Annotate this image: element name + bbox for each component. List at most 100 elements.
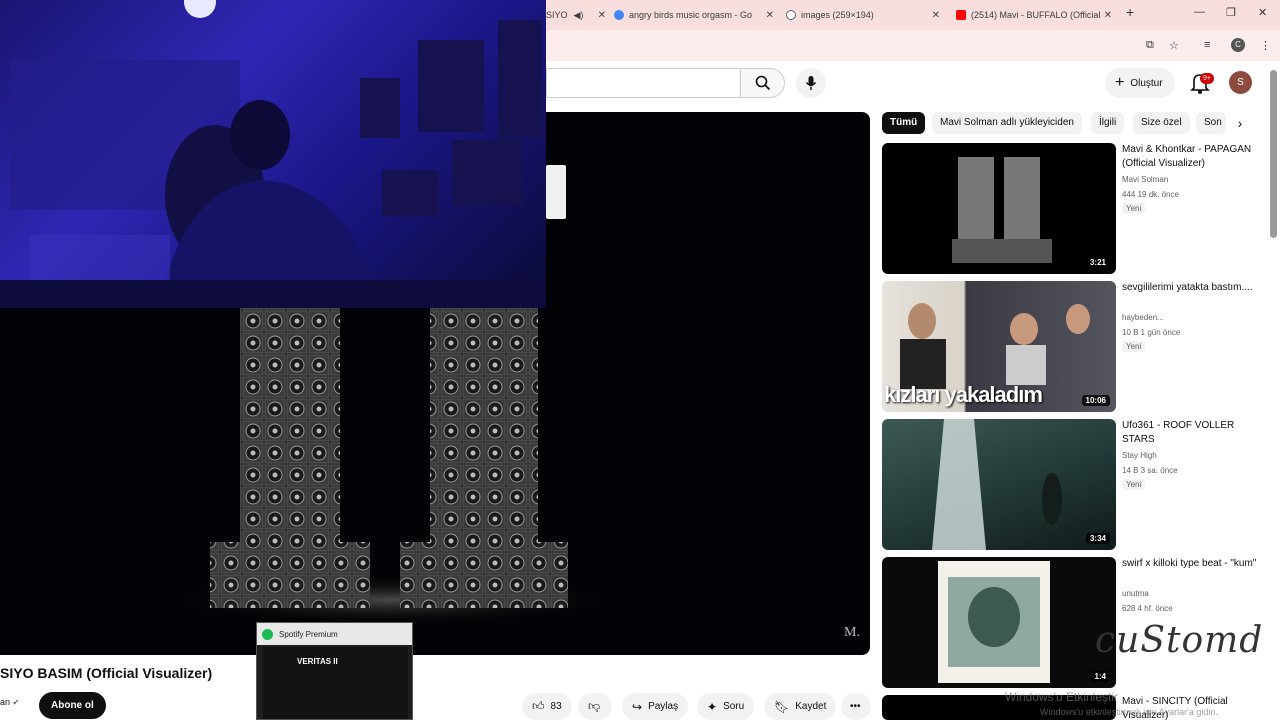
browser-tab-strip: SIYO ◀) ✕ angry birds music orgasm - Go …	[546, 0, 1280, 30]
recommendation-channel[interactable]: Stay High	[1122, 451, 1157, 460]
recommendation-meta: 444 19 dk. önce	[1122, 190, 1179, 199]
windows-activation-title: Windows'u Etkinleştir	[1005, 690, 1118, 704]
dislike-button[interactable]: 👎︎	[578, 693, 612, 720]
tab-1-label: angry birds music orgasm - Go	[629, 10, 753, 20]
chip-uploader[interactable]: Mavi Solman adlı yükleyiciden	[932, 112, 1082, 134]
save-button[interactable]: 🔖︎ Kaydet	[764, 693, 837, 720]
spotify-titlebar: Spotify Premium	[257, 623, 412, 645]
youtube-icon	[956, 10, 966, 20]
thumbnail-caption: kızları yakaladım	[884, 382, 1043, 407]
minimize-icon[interactable]: —	[1194, 6, 1205, 18]
share-arrow-icon: ↪	[632, 699, 643, 714]
chip-recent[interactable]: Son	[1196, 112, 1226, 134]
recommendation-channel[interactable]: Mavi Solman	[1122, 175, 1168, 184]
account-avatar[interactable]: S	[1229, 71, 1252, 94]
thumbnail-art	[938, 561, 1050, 683]
new-badge: Yeni	[1122, 341, 1146, 352]
browser-tab-3[interactable]: (2514) Mavi - BUFFALO (Official ✕	[956, 4, 1112, 26]
spotify-window-title: Spotify Premium	[279, 629, 338, 639]
recommendation-item[interactable]: 3:21 Mavi & Khontkar - PAPAGAN (Official…	[882, 143, 1262, 274]
recommendation-title[interactable]: Mavi & Khontkar - PAPAGAN (Official Visu…	[1122, 143, 1258, 171]
close-window-icon[interactable]: ✕	[1258, 6, 1267, 19]
create-button[interactable]: + Oluştur	[1105, 68, 1175, 98]
video-thumbnail[interactable]: kızları yakaladım 10:06	[882, 281, 1116, 412]
tab-2-label: images (259×194)	[801, 10, 874, 20]
screen: SIYO ◀) ✕ angry birds music orgasm - Go …	[0, 0, 1280, 720]
recommendation-title[interactable]: Ufo361 - ROOF VOLLER STARS	[1122, 419, 1258, 447]
spotify-icon	[262, 628, 273, 640]
notification-count-badge: 9+	[1200, 73, 1214, 84]
ask-button[interactable]: ✦ Soru	[697, 693, 755, 720]
duration-badge: 1:4	[1090, 671, 1110, 682]
new-badge: Yeni	[1122, 203, 1146, 214]
search-input[interactable]	[546, 68, 740, 98]
thumbnail-art	[952, 157, 1052, 263]
restore-icon[interactable]: ❐	[1226, 6, 1236, 19]
page-scrollbar[interactable]	[1270, 70, 1277, 238]
tab-3-label: (2514) Mavi - BUFFALO (Official	[971, 10, 1101, 20]
duration-badge: 10:06	[1081, 395, 1110, 406]
spotify-preview-window[interactable]: Spotify Premium VERITAS II	[256, 622, 413, 720]
recommendation-meta: 628 4 hf. önce	[1122, 604, 1173, 613]
browser-profile-avatar[interactable]: C	[1231, 38, 1245, 52]
close-icon[interactable]: ✕	[598, 10, 606, 21]
thumbs-down-icon: 👎︎	[588, 699, 601, 713]
thumbs-up-icon: 👍︎	[532, 699, 545, 713]
tab-0-label: SIYO	[546, 10, 568, 20]
video-title: SIYO BASIM (Official Visualizer)	[0, 665, 213, 681]
chip-all[interactable]: Tümü	[882, 112, 926, 134]
recommendation-title[interactable]: swirf x killoki type beat - "kum"	[1122, 557, 1258, 571]
verified-icon: ✔	[12, 698, 20, 707]
more-actions-button[interactable]: •••	[841, 693, 871, 720]
recommendation-item[interactable]: 3:34 Ufo361 - ROOF VOLLER STARS Stay Hig…	[882, 419, 1262, 550]
close-icon[interactable]: ✕	[1100, 9, 1112, 21]
browser-tab-2[interactable]: images (259×194) ✕	[786, 4, 940, 26]
close-icon[interactable]: ✕	[932, 10, 940, 21]
browser-tab-0[interactable]: SIYO ◀) ✕	[546, 4, 606, 26]
browser-tab-1[interactable]: angry birds music orgasm - Go ✕	[614, 4, 774, 26]
channel-name-label: an	[0, 697, 11, 707]
recommendation-item[interactable]: kızları yakaladım 10:06 sevgililerimi ya…	[882, 281, 1262, 412]
recommendation-channel[interactable]: unutma	[1122, 589, 1149, 598]
spotify-track-title: VERITAS II	[297, 657, 338, 666]
voice-search-button[interactable]	[796, 68, 826, 98]
video-thumbnail[interactable]: 3:21	[882, 143, 1116, 274]
create-label: Oluştur	[1130, 77, 1163, 89]
chip-for-you[interactable]: Size özel	[1133, 112, 1190, 134]
new-tab-icon[interactable]: +	[1126, 4, 1134, 20]
browser-toolbar: ⧉ ☆ ≡ ⋮	[546, 30, 1280, 61]
bookmark-icon: 🔖︎	[774, 699, 790, 714]
chevron-right-icon[interactable]: ›	[1228, 112, 1252, 134]
video-thumbnail[interactable]: 3:34	[882, 419, 1116, 550]
new-badge: Yeni	[1122, 479, 1146, 490]
webcam-overlay	[0, 0, 546, 308]
video-overlay-element	[546, 165, 566, 219]
sparkle-icon: ✦	[707, 699, 718, 714]
search-button[interactable]	[740, 68, 785, 98]
save-label: Kaydet	[795, 701, 827, 712]
share-button[interactable]: ↪ Paylaş	[622, 693, 689, 720]
windows-activation-subtitle: Windows'u etkinleştirmek için Ayarlar'a …	[1040, 707, 1218, 717]
thumbnail-art	[932, 419, 1062, 550]
recommendation-meta: 10 B 1 gün önce	[1122, 328, 1181, 337]
close-icon[interactable]: ✕	[762, 9, 774, 21]
like-button[interactable]: 👍︎ 83	[522, 693, 572, 720]
speaker-icon: ◀)	[573, 9, 584, 20]
recommendation-title[interactable]: sevgililerimi yatakta bastım....	[1122, 281, 1258, 295]
webcam-scene	[0, 0, 546, 308]
globe-icon	[786, 10, 796, 20]
install-icon[interactable]: ⧉	[1146, 39, 1154, 52]
plus-icon: +	[1115, 74, 1125, 91]
video-thumbnail[interactable]: 1:4	[882, 557, 1116, 688]
recommendation-channel[interactable]: haybeden...	[1122, 313, 1164, 322]
channel-watermark: M.	[844, 625, 860, 640]
bookmark-star-icon[interactable]: ☆	[1169, 39, 1179, 52]
channel-name[interactable]: an ✔	[0, 697, 19, 707]
microphone-icon	[805, 76, 817, 90]
media-icon[interactable]: ≡	[1204, 39, 1210, 51]
streamer-signature-overlay: cuStomd	[1095, 620, 1264, 661]
chip-related[interactable]: İlgili	[1091, 112, 1125, 134]
subscribe-button[interactable]: Abone ol	[39, 692, 106, 719]
menu-dots-icon[interactable]: ⋮	[1260, 39, 1271, 52]
search-icon	[755, 75, 770, 91]
